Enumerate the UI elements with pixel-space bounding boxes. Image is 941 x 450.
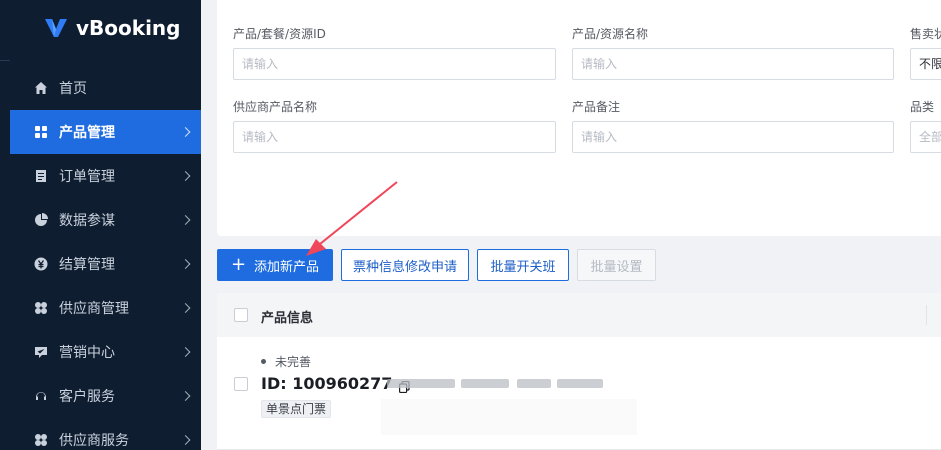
- sidebar-item-label: 营销中心: [59, 345, 115, 361]
- sidebar-nav: 首页 产品管理 订单管理 数据参谋 结算管理 供应商管理 营销中心 客户服务 供…: [10, 66, 201, 450]
- category-label: 品类: [910, 100, 935, 114]
- headset-icon: [34, 389, 48, 403]
- sidebar-item-product-management[interactable]: 产品管理: [10, 110, 201, 154]
- category-select[interactable]: 全部: [910, 121, 941, 153]
- product-icon: [34, 125, 48, 139]
- sidebar-item-order-management[interactable]: 订单管理: [10, 154, 201, 198]
- chevron-right-icon: [180, 347, 191, 357]
- pie-chart-icon: [34, 213, 48, 227]
- sidebar-item-label: 首页: [59, 81, 87, 97]
- sidebar: vBooking 首页 产品管理 订单管理 数据参谋 结算管理 供应商管理 营销…: [0, 0, 201, 450]
- filter-panel: 产品/套餐/资源ID 请输入 产品/资源名称 请输入 售卖状 不限 供应商产品名…: [217, 0, 941, 236]
- table-header: 产品信息: [217, 293, 941, 337]
- product-name-label: 产品/资源名称: [572, 27, 649, 41]
- sidebar-item-marketing-center[interactable]: 营销中心: [10, 330, 201, 374]
- supplier-icon: [34, 301, 48, 315]
- redacted-blur-area: [381, 399, 637, 435]
- product-id-text: ID: 100960277: [261, 374, 393, 393]
- chevron-right-icon: [180, 215, 191, 225]
- divider: [0, 60, 10, 61]
- sidebar-item-label: 订单管理: [59, 169, 115, 185]
- chevron-right-icon: [180, 171, 191, 181]
- add-product-button[interactable]: + 添加新产品: [217, 249, 333, 281]
- sidebar-item-label: 供应商服务: [59, 433, 129, 449]
- sidebar-item-supplier-management[interactable]: 供应商管理: [10, 286, 201, 330]
- row-checkbox[interactable]: [234, 377, 248, 391]
- yen-icon: [34, 257, 48, 271]
- table-row: 未完善 ID: 100960277 单景点门票: [217, 337, 941, 450]
- order-icon: [34, 169, 48, 183]
- chevron-right-icon: [180, 391, 191, 401]
- status-text: 未完善: [275, 355, 312, 369]
- chevron-right-icon: [180, 127, 191, 137]
- redacted-product-name: [387, 372, 605, 394]
- plus-icon: +: [230, 254, 247, 275]
- brand-logo[interactable]: vBooking: [44, 16, 180, 40]
- add-product-label: 添加新产品: [254, 259, 320, 275]
- product-note-label: 产品备注: [572, 100, 621, 114]
- select-all-checkbox[interactable]: [234, 308, 248, 322]
- product-note-input[interactable]: 请输入: [572, 121, 894, 153]
- marketing-icon: [34, 345, 48, 359]
- sale-status-label: 售卖状: [910, 27, 941, 41]
- sidebar-item-label: 数据参谋: [59, 213, 115, 229]
- v-logo-icon: [45, 19, 67, 37]
- sidebar-item-label: 客户服务: [59, 389, 115, 405]
- sidebar-item-customer-service[interactable]: 客户服务: [10, 374, 201, 418]
- sidebar-item-label: 供应商管理: [59, 301, 129, 317]
- product-id-label: 产品/套餐/资源ID: [233, 27, 326, 41]
- sidebar-item-label: 结算管理: [59, 257, 115, 273]
- batch-settings-button: 批量设置: [577, 249, 656, 281]
- sale-status-select[interactable]: 不限: [910, 48, 941, 80]
- column-header-product-info: 产品信息: [261, 311, 314, 326]
- sidebar-item-supplier-service[interactable]: 供应商服务: [10, 418, 201, 450]
- sidebar-item-data-advisor[interactable]: 数据参谋: [10, 198, 201, 242]
- supplier-service-icon: [34, 433, 48, 447]
- chevron-right-icon: [180, 435, 191, 445]
- sidebar-item-home[interactable]: 首页: [10, 66, 201, 110]
- status-badge: 未完善: [261, 353, 311, 370]
- supplier-product-name-input[interactable]: 请输入: [233, 121, 556, 153]
- home-icon: [34, 81, 48, 95]
- sidebar-item-settlement[interactable]: 结算管理: [10, 242, 201, 286]
- sidebar-item-label: 产品管理: [59, 125, 115, 141]
- column-divider: [926, 305, 927, 325]
- product-id-input[interactable]: 请输入: [233, 48, 556, 80]
- status-dot-icon: [261, 359, 266, 364]
- ticket-change-request-button[interactable]: 票种信息修改申请: [341, 249, 469, 281]
- brand-name: vBooking: [76, 16, 181, 40]
- product-type-tag: 单景点门票: [261, 400, 332, 418]
- supplier-product-name-label: 供应商产品名称: [233, 100, 318, 114]
- product-name-input[interactable]: 请输入: [572, 48, 894, 80]
- chevron-right-icon: [180, 259, 191, 269]
- chevron-right-icon: [180, 303, 191, 313]
- batch-toggle-schedule-button[interactable]: 批量开关班: [477, 249, 569, 281]
